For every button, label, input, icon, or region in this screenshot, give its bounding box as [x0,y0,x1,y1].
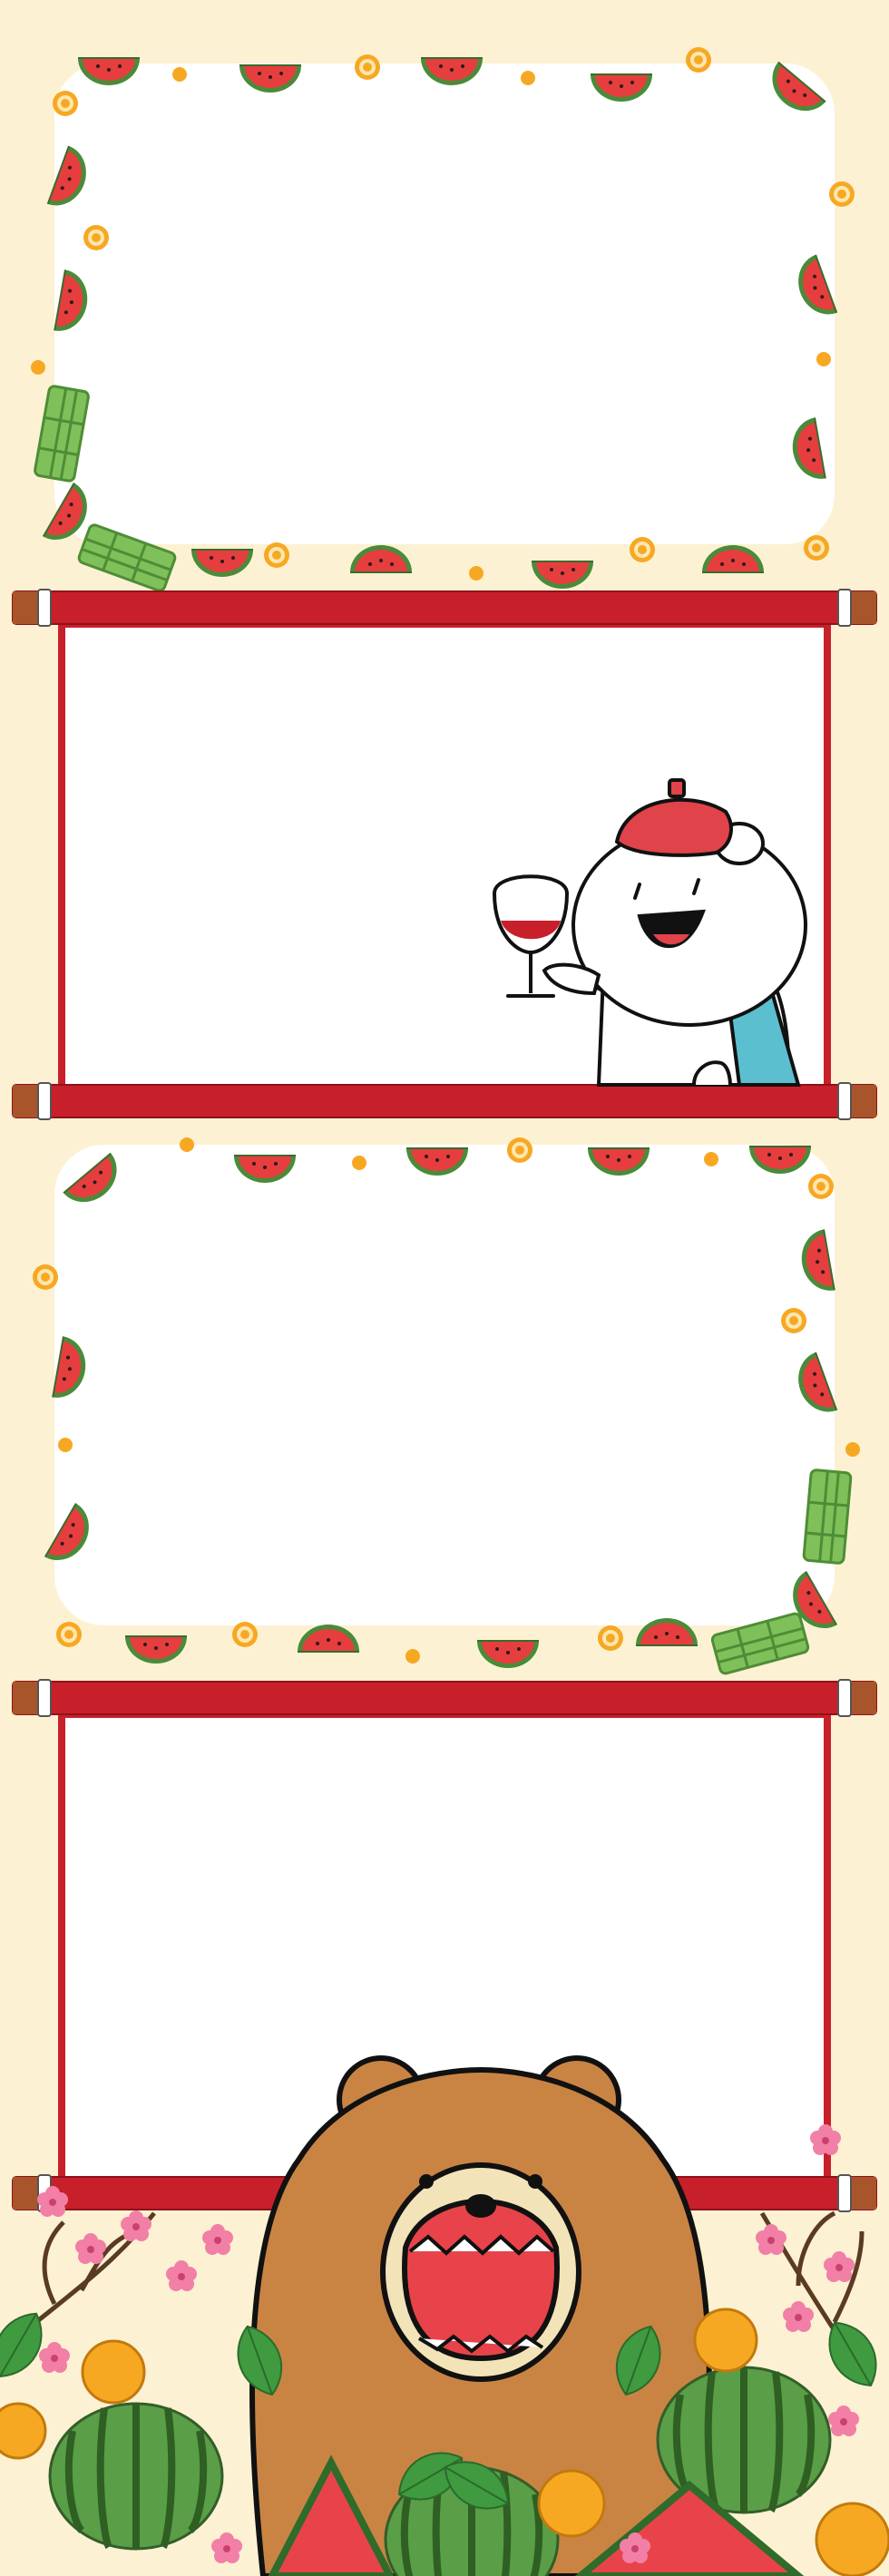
gold-coin-icon [172,67,187,82]
plum-blossom-icon [756,2224,786,2255]
gold-coin-icon [83,225,109,250]
frame-1 [31,47,855,594]
gold-coin-icon [781,1308,806,1333]
leaf-icon [816,2311,889,2397]
plum-blossom-icon [828,2405,859,2436]
gold-coin-icon [355,54,380,80]
gold-coin-icon [31,360,45,375]
gold-coin-icon [507,1137,532,1163]
gold-coin-icon [816,352,831,366]
frame-4 [0,1679,889,2576]
gold-coin-icon [804,535,829,561]
gold-coin-icon [704,1152,718,1166]
plum-blossom-icon [824,2251,855,2282]
orange-fruit-icon [693,2308,758,2373]
gold-coin-icon [521,71,535,85]
watermelon-slice-icon [531,561,594,590]
orange-fruit-icon [81,2339,146,2405]
gold-coin-icon [829,181,855,207]
watermelon-slice-icon [190,549,254,578]
watermelon-slice-icon [476,1640,540,1669]
whole-watermelon-icon [50,2404,222,2549]
gold-coin-icon [33,1264,58,1290]
plum-blossom-icon [166,2260,197,2291]
watermelon-slice-icon [701,544,765,573]
orange-fruit-icon [0,2402,47,2460]
photo-strip-art [0,47,889,2576]
gold-coin-icon [53,91,78,116]
orange-fruit-icon [815,2502,889,2576]
gold-coin-icon [180,1137,194,1152]
scroll-rod-bottom [12,1082,877,1120]
plum-blossom-icon [783,2301,814,2332]
gold-coin-icon [845,1442,860,1457]
gold-coin-icon [352,1156,366,1170]
gold-coin-icon [686,47,711,73]
plum-blossom-icon [121,2210,151,2241]
gold-coin-icon [808,1174,834,1199]
scroll-rod-top [12,1679,877,1717]
scroll-rod-top [12,589,877,627]
plum-blossom-icon [211,2532,242,2563]
watermelon-slice-icon [297,1624,360,1653]
gold-coin-icon [232,1622,258,1647]
plum-blossom-icon [202,2224,233,2255]
orange-fruit-icon [537,2469,606,2538]
watermelon-slice-icon [349,544,413,573]
watermelon-slice-icon [124,1635,188,1664]
frame-2 [12,589,877,1120]
frame-3 [33,1137,860,1676]
plum-blossom-icon [39,2342,70,2373]
gold-coin-icon [58,1438,73,1452]
gold-coin-icon [469,566,484,581]
banh-chung-icon [802,1468,853,1566]
gold-coin-icon [56,1622,82,1647]
plum-blossom-icon [75,2233,106,2264]
gold-coin-icon [264,542,289,568]
gold-coin-icon [598,1625,623,1651]
gold-coin-icon [405,1649,420,1664]
photo-strip [0,0,889,2576]
gold-coin-icon [630,537,655,562]
